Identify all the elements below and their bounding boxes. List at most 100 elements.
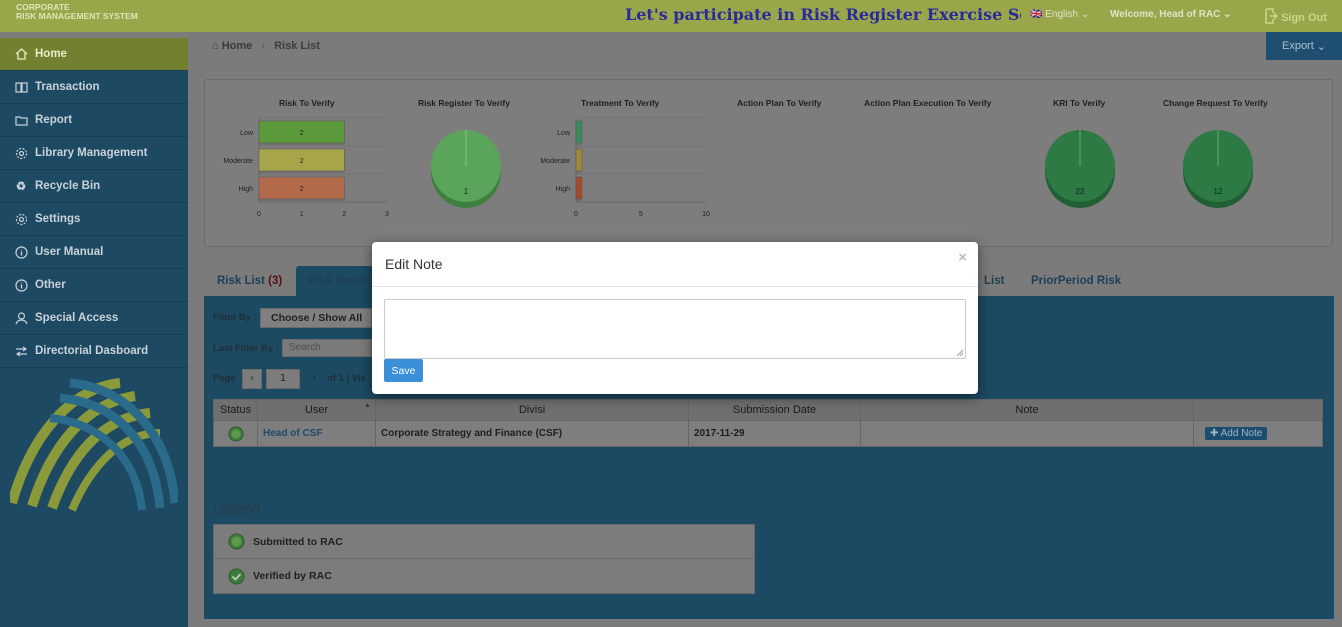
- add-note-label: Add Note: [1220, 428, 1263, 439]
- user-icon: [14, 311, 28, 325]
- sidebar-item-label: Home: [35, 48, 67, 60]
- signout-button[interactable]: Sign Out: [1264, 8, 1327, 24]
- page-input[interactable]: 1: [266, 369, 300, 389]
- col-divisi[interactable]: Divisi: [376, 400, 689, 420]
- divisi-cell: Corporate Strategy and Finance (CSF): [376, 421, 689, 446]
- pie-label: 12: [1214, 187, 1223, 196]
- home-icon: [14, 47, 28, 61]
- category-label: High: [239, 186, 254, 193]
- risk-to-verify-chart: Low 2 Moderate 2 High 2 0 1 2 3: [223, 117, 389, 218]
- signout-icon: [1265, 8, 1279, 24]
- info-icon: [14, 245, 28, 259]
- breadcrumb-home[interactable]: Home: [222, 40, 253, 52]
- sidebar-item-directorial-dashboard[interactable]: Directorial Dasboard: [0, 335, 188, 368]
- category-label: Moderate: [223, 158, 253, 165]
- chart-title-risk-to-verify: Risk To Verify: [279, 98, 335, 108]
- submitted-status-icon: [228, 426, 243, 441]
- submitted-status-icon: [228, 533, 245, 550]
- sidebar-item-settings[interactable]: Settings: [0, 203, 188, 236]
- sidebar-item-report[interactable]: Report: [0, 104, 188, 137]
- bar-value-label: 2: [300, 186, 304, 193]
- date-cell: 2017-11-29: [689, 421, 861, 446]
- chevron-down-icon: ⌄: [1223, 9, 1232, 20]
- tick-label: 10: [702, 211, 710, 218]
- tick-label: 5: [639, 211, 643, 218]
- user-menu[interactable]: Welcome, Head of RAC ⌄: [1110, 9, 1232, 20]
- note-textarea[interactable]: [384, 299, 966, 359]
- filter-by-label: Filter By :: [213, 312, 257, 323]
- verified-check-icon: [228, 568, 245, 584]
- gear-icon: [14, 146, 28, 160]
- tab-label: List: [984, 275, 1005, 287]
- tick-label: 1: [300, 211, 304, 218]
- chevron-down-icon: ⌄: [1080, 9, 1090, 20]
- sidebar-item-label: Report: [35, 114, 73, 126]
- bar: [575, 120, 583, 144]
- search-input[interactable]: Search: [282, 339, 372, 357]
- chart-title-change-request: Change Request To Verify: [1163, 98, 1268, 108]
- gear-icon: [14, 212, 28, 226]
- sidebar: Home Transaction Report Library Manageme…: [0, 38, 195, 627]
- status-cell: [214, 421, 258, 446]
- pie-label: 22: [1076, 187, 1085, 196]
- prev-page-button[interactable]: ‹: [242, 369, 262, 389]
- sidebar-item-library-management[interactable]: Library Management: [0, 137, 188, 170]
- col-action: [1194, 400, 1322, 420]
- language-label: English: [1045, 9, 1079, 20]
- user-cell-link[interactable]: Head of CSF: [258, 421, 376, 446]
- folder-icon: [14, 113, 28, 127]
- save-button[interactable]: Save: [384, 359, 423, 382]
- export-button[interactable]: Export ⌄: [1266, 32, 1342, 60]
- sidebar-item-label: Transaction: [35, 81, 100, 93]
- flag-icon: 🇬🇧: [1030, 9, 1043, 20]
- tab-risk-list[interactable]: Risk List (3): [217, 266, 282, 298]
- col-note[interactable]: Note: [861, 400, 1194, 420]
- col-user[interactable]: User ▲: [258, 400, 376, 420]
- col-user-label: User: [304, 404, 329, 416]
- next-page-button[interactable]: ›: [304, 369, 324, 389]
- sidebar-item-transaction[interactable]: Transaction: [0, 71, 188, 104]
- note-cell: [861, 421, 1194, 446]
- logo-line2: RISK MANAGEMENT SYSTEM: [16, 11, 138, 21]
- tick-label: 0: [257, 211, 261, 218]
- dialog-title: Edit Note: [372, 242, 978, 287]
- company-logo-graphic: [10, 378, 178, 512]
- category-label: Low: [240, 130, 254, 137]
- tab-label: PriorPeriod Risk: [1031, 275, 1122, 287]
- tab-list[interactable]: List: [984, 266, 1004, 298]
- sidebar-item-label: Settings: [35, 213, 81, 225]
- bar-value-label: 2: [300, 130, 304, 137]
- kri-pie-chart: 22: [1045, 130, 1115, 208]
- sidebar-item-label: Special Access: [35, 312, 119, 324]
- sidebar-item-other[interactable]: Other: [0, 269, 188, 302]
- top-bar: CORPORATE RISK MANAGEMENT SYSTEM Let's p…: [0, 0, 1342, 32]
- col-status[interactable]: Status: [214, 400, 258, 420]
- chart-title-treatment: Treatment To Verify: [581, 98, 660, 108]
- treatment-to-verify-chart: Low Moderate High 0 5 10: [540, 117, 710, 218]
- bar: [575, 148, 583, 172]
- col-submission-date[interactable]: Submission Date: [689, 400, 861, 420]
- legend-label: Submitted to RAC: [253, 535, 343, 548]
- language-selector[interactable]: 🇬🇧 English ⌄: [1030, 9, 1089, 20]
- app-logo: CORPORATE RISK MANAGEMENT SYSTEM: [16, 3, 138, 21]
- resize-grip-icon[interactable]: [956, 349, 964, 357]
- legend-label: Verified by RAC: [253, 570, 332, 582]
- submission-table: Status User ▲ Divisi Submission Date Not…: [213, 399, 1323, 447]
- add-note-button[interactable]: ✚ Add Note: [1205, 427, 1268, 440]
- sidebar-item-home[interactable]: Home: [0, 38, 195, 71]
- tab-prior-period-risk[interactable]: PriorPeriod Risk: [1031, 266, 1121, 298]
- tab-label: Risk Registe: [308, 275, 378, 287]
- sidebar-item-recycle-bin[interactable]: ♻ Recycle Bin: [0, 170, 188, 203]
- close-button[interactable]: ×: [958, 249, 967, 266]
- bar-value-label: 2: [300, 158, 304, 165]
- sidebar-item-user-manual[interactable]: User Manual: [0, 236, 188, 269]
- export-label: Export: [1281, 40, 1314, 52]
- sidebar-item-special-access[interactable]: Special Access: [0, 302, 188, 335]
- plus-icon: ✚: [1210, 428, 1219, 439]
- chevron-down-icon: ⌄: [1316, 40, 1326, 53]
- exchange-icon: [14, 344, 28, 358]
- verification-dashboard: Risk To Verify Risk Register To Verify T…: [204, 79, 1333, 247]
- last-filter-label: Last Filter By :: [213, 343, 279, 354]
- bar: [575, 176, 583, 200]
- filter-select[interactable]: Choose / Show All: [260, 308, 372, 328]
